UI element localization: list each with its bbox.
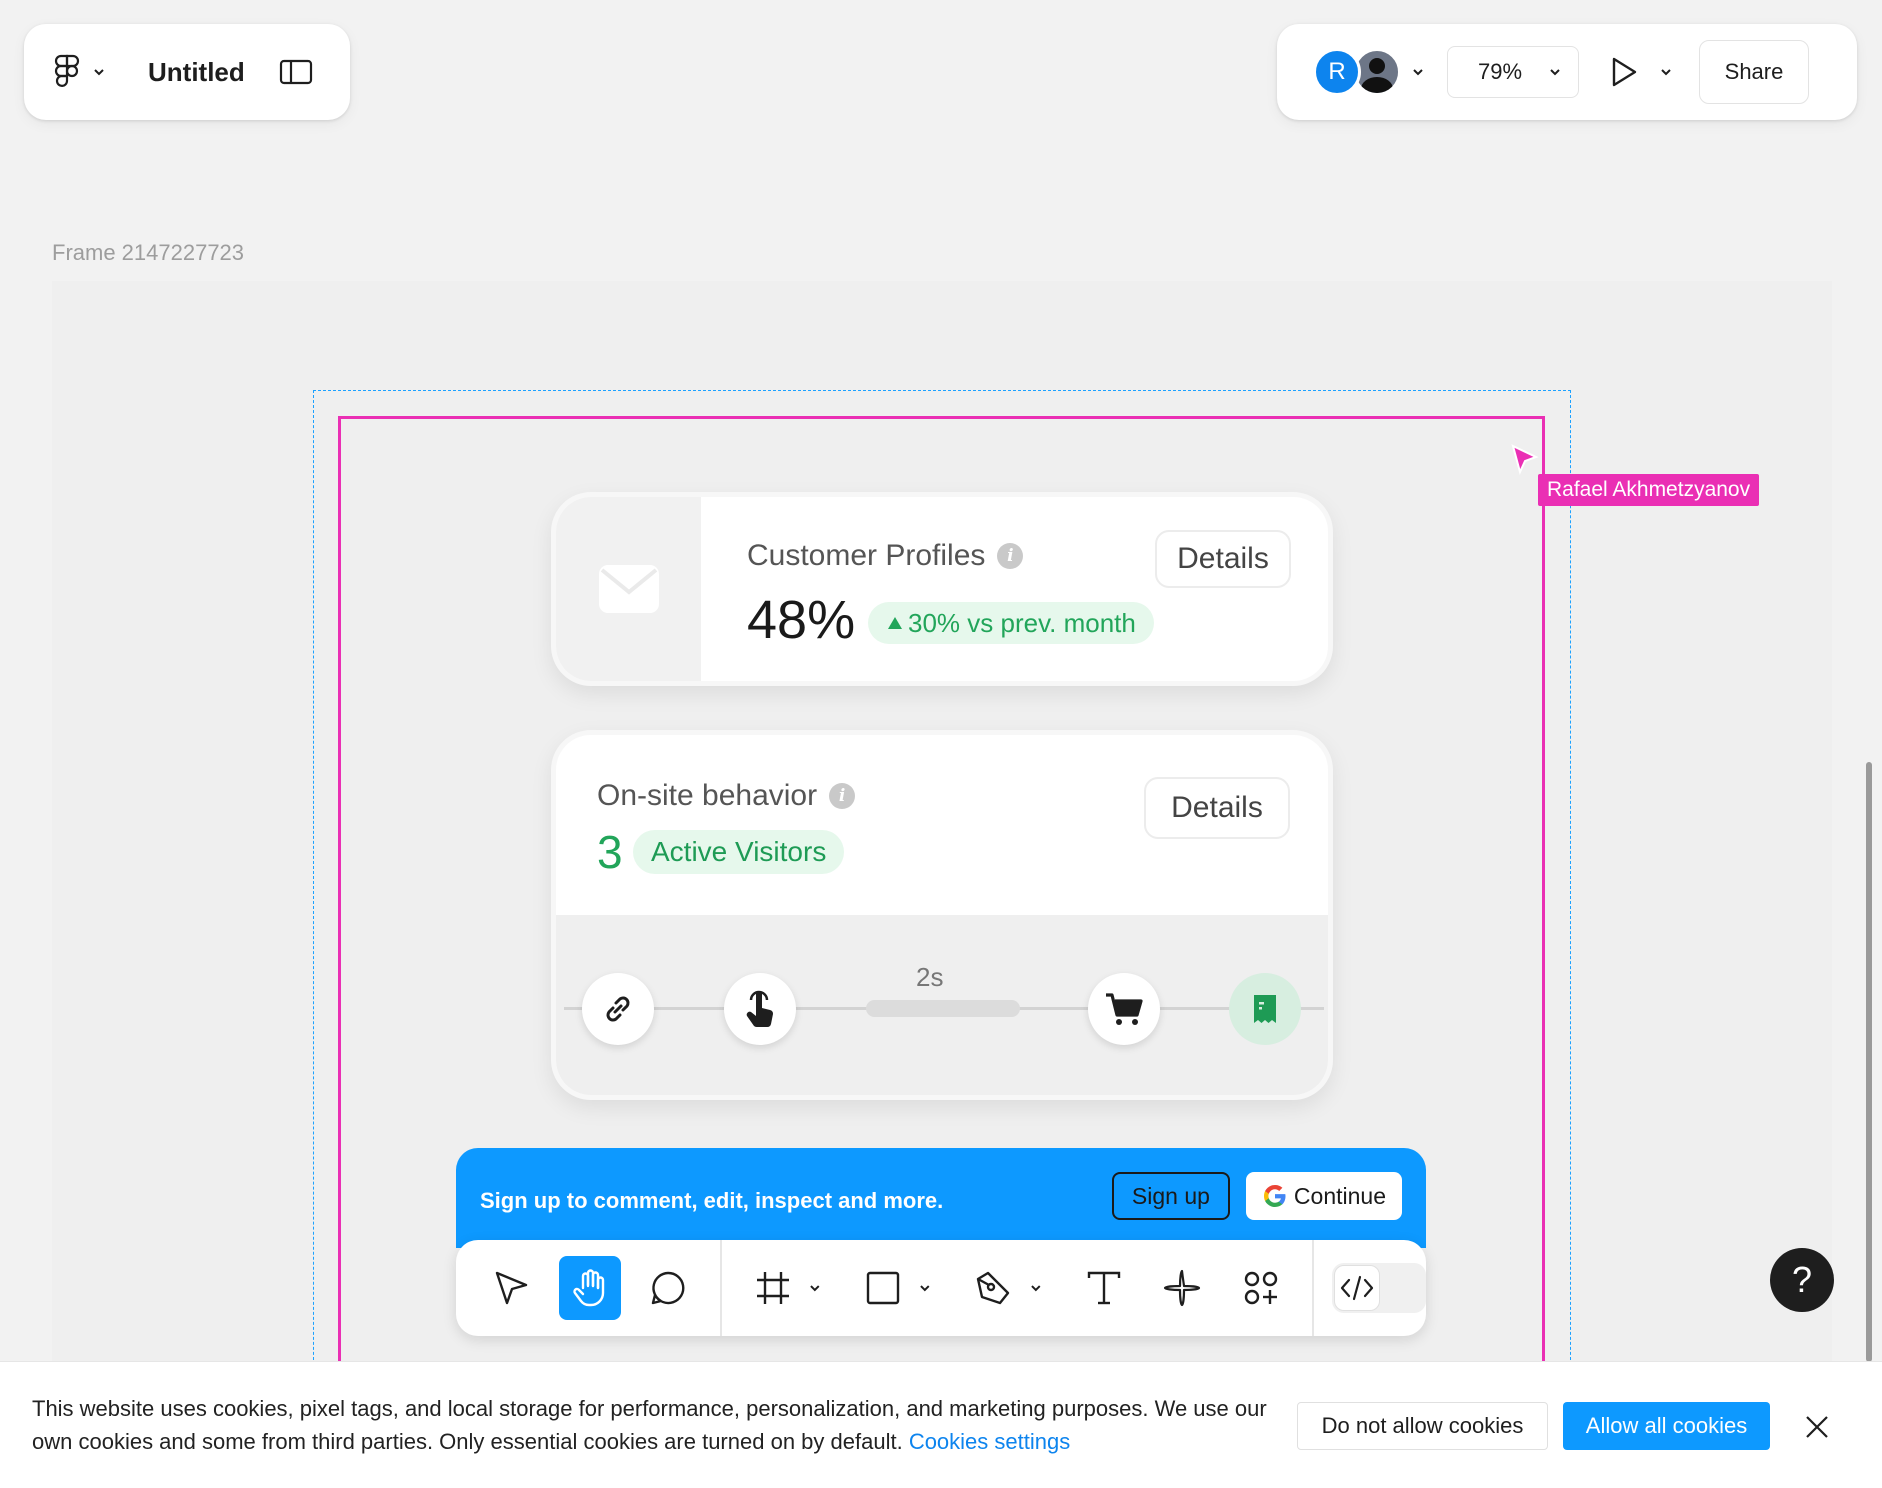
file-panel: Untitled bbox=[24, 24, 350, 120]
signup-button[interactable]: Sign up bbox=[1111, 1172, 1230, 1220]
cookie-text: This website uses cookies, pixel tags, a… bbox=[32, 1392, 1272, 1458]
details-button[interactable]: Details bbox=[1155, 530, 1291, 588]
card-title-text: On-site behavior bbox=[597, 779, 818, 812]
user-icon bbox=[1361, 58, 1393, 93]
step-duration: 2s bbox=[916, 962, 944, 992]
main-menu-button[interactable] bbox=[52, 54, 106, 90]
shape-tool[interactable] bbox=[852, 1256, 915, 1320]
chevron-down-icon bbox=[1550, 69, 1560, 76]
delta-badge: 30% vs prev. month bbox=[868, 602, 1154, 644]
scrollbar[interactable] bbox=[1866, 762, 1872, 1362]
info-icon[interactable]: i bbox=[997, 543, 1024, 569]
card-title: On-site behavior i bbox=[597, 779, 856, 813]
on-site-behavior-card: On-site behavior i Details 3 Active Visi… bbox=[551, 730, 1333, 1100]
collab-panel: R 79% Share bbox=[1277, 24, 1857, 120]
help-button[interactable]: ? bbox=[1770, 1248, 1834, 1312]
sidebar-toggle-icon[interactable] bbox=[279, 59, 313, 85]
chevron-down-icon[interactable] bbox=[1411, 65, 1425, 79]
avatar[interactable]: R bbox=[1313, 48, 1361, 96]
cursor-icon bbox=[1511, 444, 1539, 475]
cookie-banner: This website uses cookies, pixel tags, a… bbox=[0, 1361, 1882, 1488]
comment-tool[interactable] bbox=[637, 1256, 700, 1320]
details-button[interactable]: Details bbox=[1144, 777, 1290, 839]
journey-step[interactable] bbox=[1088, 973, 1160, 1045]
receipt-icon bbox=[1254, 995, 1276, 1023]
sparkle-icon bbox=[1164, 1269, 1201, 1307]
code-icon bbox=[1340, 1275, 1374, 1301]
arrow-up-icon bbox=[888, 617, 902, 629]
pen-tool[interactable] bbox=[962, 1256, 1025, 1320]
hand-icon bbox=[573, 1269, 605, 1307]
comment-icon bbox=[652, 1271, 685, 1305]
dev-mode-knob bbox=[1334, 1265, 1381, 1311]
chevron-down-icon[interactable] bbox=[1029, 1281, 1043, 1295]
pen-icon bbox=[977, 1271, 1010, 1305]
active-visitors-badge: Active Visitors bbox=[633, 830, 845, 874]
share-button[interactable]: Share bbox=[1699, 40, 1809, 104]
signup-text: Sign up to comment, edit, inspect and mo… bbox=[480, 1188, 944, 1213]
chevron-down-icon[interactable] bbox=[808, 1281, 822, 1295]
dev-mode-toggle[interactable] bbox=[1332, 1263, 1426, 1313]
text-tool[interactable] bbox=[1072, 1256, 1135, 1320]
move-tool[interactable] bbox=[480, 1256, 543, 1320]
frame-icon bbox=[756, 1272, 789, 1304]
close-icon[interactable] bbox=[1804, 1414, 1830, 1440]
mail-icon bbox=[598, 565, 659, 613]
frame-tool[interactable] bbox=[742, 1256, 805, 1320]
actions-tool[interactable] bbox=[1151, 1256, 1214, 1320]
components-icon bbox=[1244, 1271, 1277, 1305]
zoom-dropdown[interactable]: 79% bbox=[1447, 46, 1579, 98]
tool-bar bbox=[456, 1240, 1426, 1336]
cart-icon bbox=[1106, 993, 1143, 1025]
metric-value: 3 bbox=[597, 826, 623, 878]
cookie-settings-link[interactable]: Cookies settings bbox=[909, 1429, 1070, 1454]
continue-label: Continue bbox=[1293, 1182, 1386, 1209]
journey-step[interactable] bbox=[1229, 973, 1301, 1045]
hand-tool[interactable] bbox=[558, 1256, 622, 1320]
move-icon bbox=[496, 1271, 528, 1305]
google-continue-button[interactable]: Continue bbox=[1245, 1172, 1402, 1220]
journey-step[interactable] bbox=[724, 973, 796, 1045]
toolbar-divider bbox=[1312, 1240, 1315, 1336]
link-icon bbox=[606, 996, 630, 1022]
allow-cookies-button[interactable]: Allow all cookies bbox=[1563, 1402, 1770, 1450]
chevron-down-icon[interactable] bbox=[1659, 65, 1673, 79]
journey-duration-bar bbox=[866, 1000, 1020, 1017]
file-title[interactable]: Untitled bbox=[148, 57, 245, 88]
text-icon bbox=[1087, 1271, 1120, 1305]
mail-icon-box bbox=[556, 497, 701, 681]
customer-profiles-card: Customer Profiles i Details 48% 30% vs p… bbox=[551, 492, 1333, 686]
zoom-value: 79% bbox=[1478, 59, 1523, 84]
cookie-message: This website uses cookies, pixel tags, a… bbox=[32, 1396, 1267, 1454]
cursor-user-label: Rafael Akhmetzyanov bbox=[1538, 474, 1760, 506]
chevron-down-icon[interactable] bbox=[918, 1281, 932, 1295]
deny-cookies-button[interactable]: Do not allow cookies bbox=[1297, 1402, 1548, 1450]
metric-value: 48% bbox=[747, 590, 856, 650]
avatar-initial: R bbox=[1328, 58, 1346, 85]
tap-icon bbox=[746, 990, 774, 1028]
google-icon bbox=[1263, 1185, 1286, 1207]
frame-label[interactable]: Frame 2147227723 bbox=[52, 240, 244, 266]
rectangle-icon bbox=[866, 1271, 900, 1305]
card-title-text: Customer Profiles bbox=[747, 539, 986, 572]
play-icon[interactable] bbox=[1609, 56, 1639, 88]
figma-logo-icon bbox=[54, 54, 80, 87]
card-title: Customer Profiles i bbox=[747, 539, 1024, 573]
assets-tool[interactable] bbox=[1230, 1256, 1293, 1320]
toolbar-divider bbox=[719, 1240, 722, 1336]
info-icon[interactable]: i bbox=[829, 783, 856, 809]
journey-step[interactable] bbox=[582, 973, 654, 1045]
delta-text: 30% vs prev. month bbox=[908, 607, 1136, 638]
signup-banner: Sign up to comment, edit, inspect and mo… bbox=[456, 1148, 1426, 1248]
chevron-down-icon bbox=[94, 69, 104, 76]
badge-text: Active Visitors bbox=[651, 836, 827, 867]
